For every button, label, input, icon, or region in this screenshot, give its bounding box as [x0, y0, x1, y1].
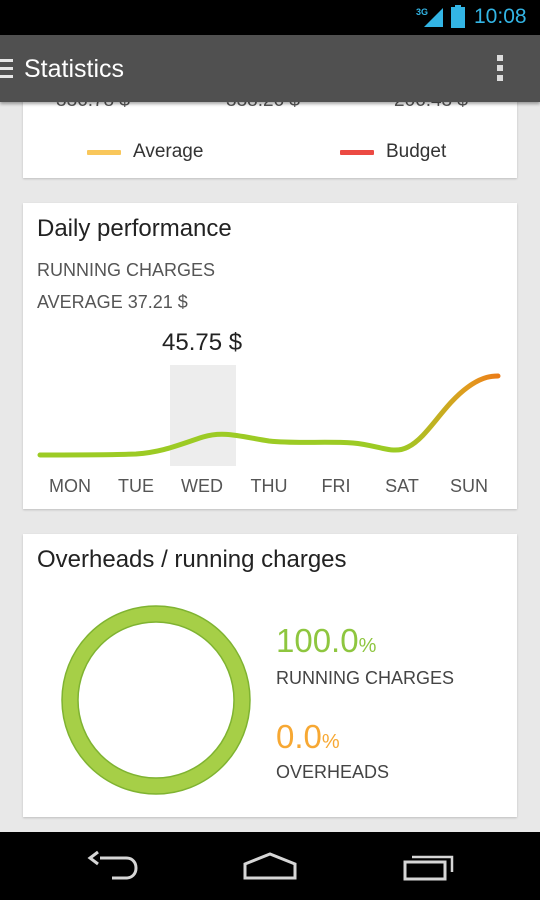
- status-bar: 3G 10:08: [0, 0, 540, 35]
- series-line: [37, 373, 501, 458]
- x-tick-label: TUE: [118, 476, 154, 496]
- recent-apps-icon[interactable]: [402, 850, 456, 882]
- x-tick-label: THU: [250, 476, 288, 496]
- battery-icon: [451, 5, 465, 28]
- x-tick-label: SAT: [385, 476, 419, 496]
- signal-icon: [424, 8, 443, 27]
- back-icon[interactable]: [86, 850, 138, 882]
- page-title: Statistics: [24, 55, 125, 83]
- summary-value: 338.26 $: [226, 102, 300, 112]
- chart-subtitle: RUNNING CHARGES: [37, 260, 216, 280]
- summary-value: 336.78 $: [56, 102, 130, 112]
- average-label: AVERAGE 37.21 $: [37, 292, 188, 312]
- action-bar: Statistics: [0, 35, 540, 102]
- card-title: Daily performance: [37, 215, 232, 242]
- x-tick-label: MON: [49, 476, 91, 496]
- summary-value: 206.43 $: [394, 102, 468, 112]
- legend-swatch-budget: [340, 149, 374, 155]
- card-title: Overheads / running charges: [37, 546, 347, 573]
- selected-day-value: 45.75 $: [162, 329, 243, 356]
- overflow-menu-icon[interactable]: [494, 55, 506, 83]
- daily-performance-card: Daily performance RUNNING CHARGES AVERAG…: [23, 203, 517, 509]
- budget-summary-card: 336.78 $ 338.26 $ 206.43 $ Average Budge…: [23, 102, 517, 178]
- legend-average: Average: [87, 140, 203, 164]
- overheads-label: OVERHEADS: [276, 762, 390, 782]
- legend-label: Average: [133, 141, 204, 162]
- home-icon[interactable]: [242, 850, 298, 882]
- menu-icon[interactable]: [0, 59, 14, 79]
- daily-performance-chart[interactable]: [23, 363, 517, 473]
- legend-swatch-average: [87, 149, 121, 155]
- legend-label: Budget: [386, 141, 447, 162]
- x-tick-label: WED: [181, 476, 223, 496]
- navigation-bar: [0, 832, 540, 900]
- x-tick-label: FRI: [321, 476, 351, 496]
- running-charges-label: RUNNING CHARGES: [276, 668, 455, 688]
- running-charges-percent: 100.0%: [276, 622, 377, 659]
- overheads-card: Overheads / running charges 100.0% RUNNI…: [23, 534, 517, 817]
- selected-day-highlight: [170, 365, 236, 466]
- overheads-ring-chart: [61, 605, 251, 795]
- overheads-percent: 0.0%: [276, 718, 340, 755]
- clock: 10:08: [474, 5, 527, 28]
- scroll-content[interactable]: 336.78 $ 338.26 $ 206.43 $ Average Budge…: [0, 102, 540, 832]
- x-tick-label: SUN: [449, 476, 488, 496]
- legend-budget: Budget: [340, 140, 446, 164]
